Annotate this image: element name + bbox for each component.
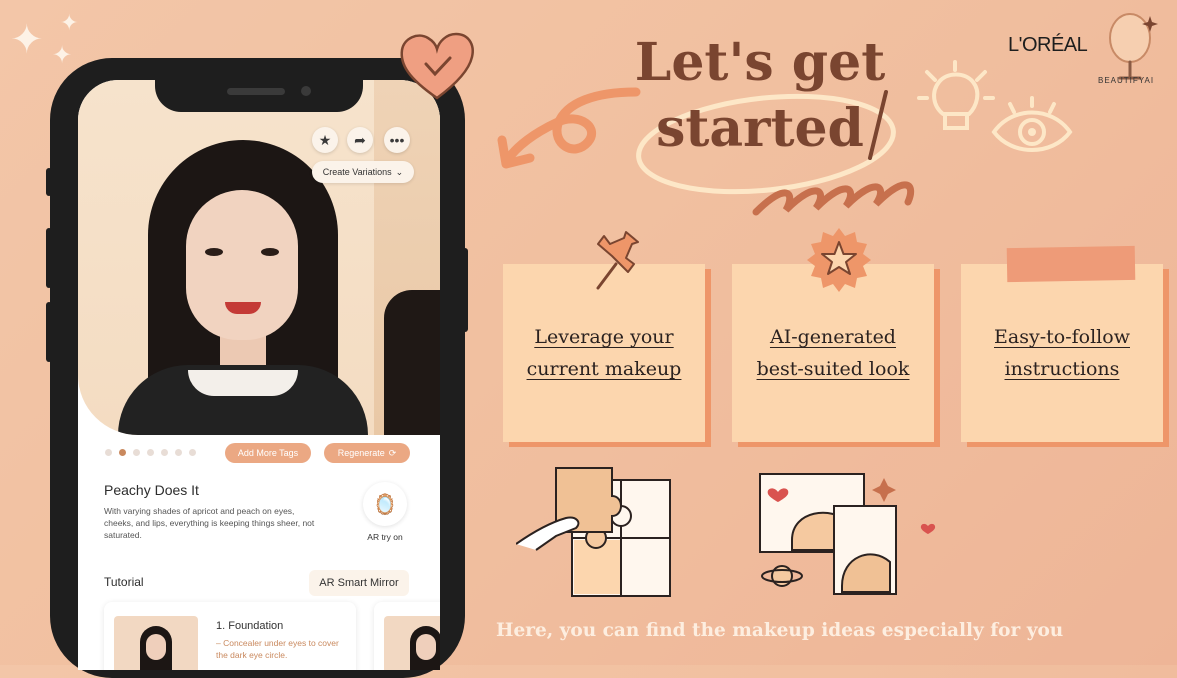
create-variations-label: Create Variations [322, 167, 392, 177]
add-more-tags-label: Add More Tags [237, 448, 299, 458]
look-description: With varying shades of apricot and peach… [104, 506, 315, 540]
phone-button [46, 302, 52, 362]
brand-logo: L'ORÉAL [1008, 34, 1088, 56]
phone-button [46, 168, 52, 196]
carousel-dot[interactable] [105, 449, 112, 456]
heart-icon [400, 32, 474, 100]
sparkle-icon: ✦ [52, 42, 73, 69]
tutorial-step-text: – Concealer under eyes to cover the dark… [216, 638, 339, 660]
phone-button [462, 248, 468, 332]
carousel-dot[interactable] [175, 449, 182, 456]
tutorial-thumbnail [114, 616, 198, 670]
tutorial-step-title: 1. Foundation [216, 620, 284, 632]
carousel-dot[interactable] [189, 449, 196, 456]
ar-try-on-label[interactable]: AR try on [363, 532, 407, 542]
regenerate-label: Regenerate [337, 448, 385, 458]
carousel-dot[interactable] [119, 449, 126, 456]
title-line-1: Let's get [634, 32, 886, 93]
pushpin-icon [596, 231, 639, 290]
look-title: Peachy Does It [104, 482, 199, 498]
brand-subtitle: BEAUTIFYAI [1098, 76, 1155, 85]
tape-strip [1006, 245, 1136, 283]
feature-line: Leverage your [534, 326, 674, 348]
carousel-dots[interactable] [105, 449, 196, 456]
light-bulb-icon [917, 60, 995, 130]
title-line-2: started [656, 98, 864, 159]
ar-smart-mirror-button[interactable]: AR Smart Mirror [309, 570, 409, 596]
feature-line: current makeup [526, 358, 682, 380]
tutorial-step-card[interactable] [374, 602, 440, 670]
puzzle-illustration [516, 467, 671, 597]
feature-line: AI-generated [769, 326, 896, 348]
phone-button [46, 228, 52, 288]
hand-mirror-logo-icon [1109, 13, 1158, 80]
tutorial-thumbnail [384, 616, 440, 670]
eye-icon [991, 96, 1073, 152]
sparkle-icon: ✦ [60, 10, 79, 35]
carousel-dot[interactable] [147, 449, 154, 456]
hand-mirror-icon[interactable]: 🪞 [363, 482, 407, 526]
chevron-down-icon: ⌄ [395, 166, 404, 177]
sparkle-icon: ✦ [10, 18, 44, 62]
add-more-tags-button[interactable]: Add More Tags [225, 443, 311, 463]
refresh-icon: ⟳ [388, 447, 397, 458]
regenerate-button[interactable]: Regenerate ⟳ [324, 443, 410, 463]
footer-tagline: Here, you can find the makeup ideas espe… [496, 620, 1064, 641]
feature-card-instructions: Easy-to-follow instructions [961, 264, 1163, 442]
star-badge-icon [807, 228, 871, 292]
tutorial-step-card[interactable]: 1. Foundation – Concealer under eyes to … [104, 602, 356, 670]
create-variations-button[interactable]: Create Variations ⌄ [312, 161, 414, 183]
carousel-dot[interactable] [133, 449, 140, 456]
share-icon[interactable]: ➦ [347, 127, 373, 153]
page-title: Let's get started [600, 30, 920, 162]
carousel-dot[interactable] [161, 449, 168, 456]
phone-notch [155, 66, 363, 112]
more-options-icon[interactable]: ••• [384, 127, 410, 153]
favorite-star-icon[interactable]: ★ [312, 127, 338, 153]
photo-frames-illustration [759, 473, 936, 595]
feature-line: instructions [1004, 358, 1120, 380]
app-screen: ★ ➦ ••• Create Variations ⌄ Add More Tag… [78, 80, 440, 670]
feature-line: Easy-to-follow [994, 326, 1130, 348]
tutorial-heading: Tutorial [104, 575, 144, 589]
feature-line: best-suited look [756, 358, 910, 380]
